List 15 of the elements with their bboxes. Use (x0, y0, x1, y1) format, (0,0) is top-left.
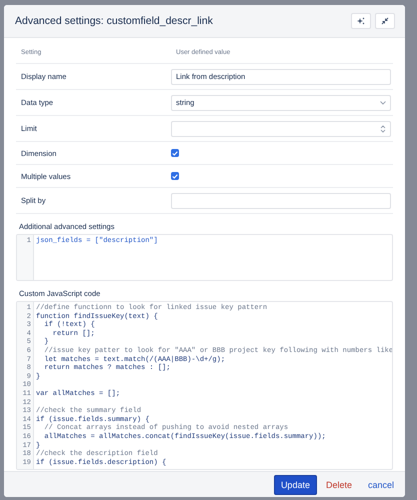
spinner-icon (380, 124, 386, 132)
sparkle-button[interactable] (351, 13, 371, 29)
collapse-icon (381, 17, 389, 25)
collapse-button[interactable] (375, 13, 395, 29)
number-field[interactable] (171, 120, 391, 136)
text-field[interactable] (171, 192, 391, 208)
cancel-link[interactable]: cancel (360, 474, 401, 494)
dialog-title: Advanced settings: customfield_descr_link (15, 15, 214, 27)
update-button[interactable]: Update (274, 474, 317, 494)
chevron-down-icon (380, 100, 386, 104)
code-editor[interactable] (16, 301, 393, 470)
checkbox[interactable] (171, 149, 179, 157)
checkbox[interactable] (171, 172, 179, 180)
sparkle-icon (357, 17, 365, 25)
delete-button[interactable]: Delete (318, 474, 359, 494)
